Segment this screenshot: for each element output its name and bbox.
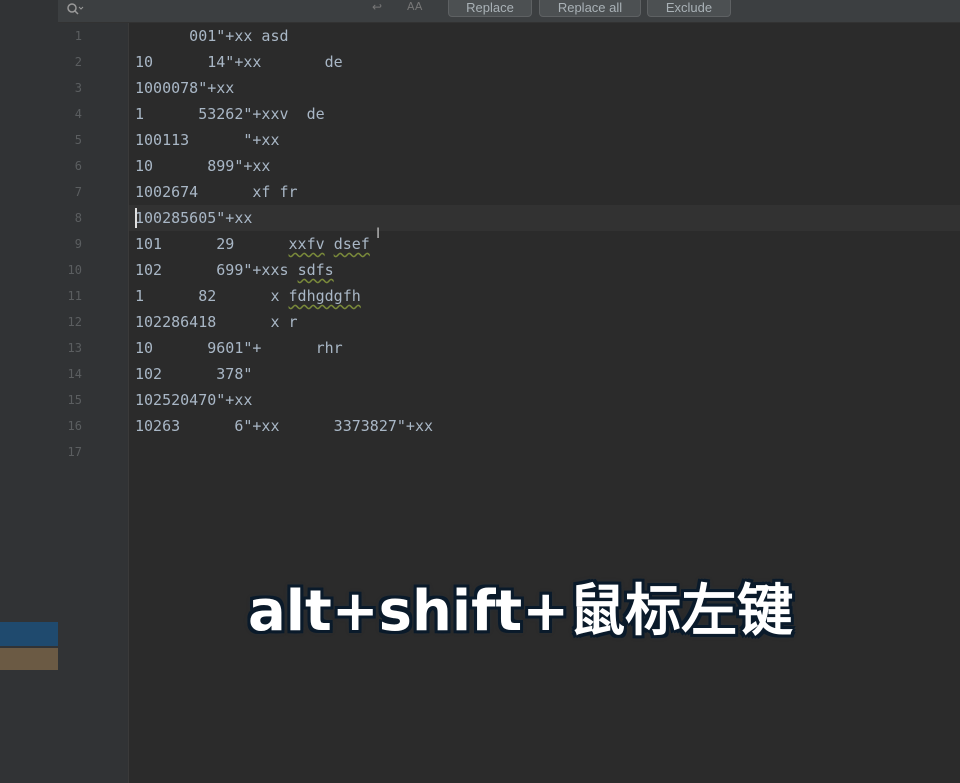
line-number-gutter: 1 2 3 4 5 6 7 8 9 10 11 12 13 14 15 16 17	[58, 23, 129, 783]
code-line[interactable]: 102 378"	[135, 361, 252, 387]
code-line[interactable]: 102520470"+xx	[135, 387, 252, 413]
line-number[interactable]: 12	[62, 309, 82, 335]
code-line[interactable]: 102286418 x r	[135, 309, 298, 335]
match-case-icon[interactable]: AA	[407, 0, 422, 16]
line-number[interactable]: 1	[62, 23, 82, 49]
line-number[interactable]: 11	[62, 283, 82, 309]
code-text: 1000078"+xx	[135, 79, 235, 97]
code-text: 101 29	[135, 235, 289, 253]
project-tool-panel[interactable]	[0, 0, 58, 783]
code-text: 001"+xx asd	[135, 27, 289, 45]
code-line[interactable]: 102 699"+xxs sdfs	[135, 257, 334, 283]
code-text: 10 9601"+ rhr	[135, 339, 343, 357]
code-editor[interactable]: 001"+xx asd 10 14"+xx de 1000078"+xx 1 5326…	[129, 23, 960, 783]
text-cursor-icon: I	[376, 226, 381, 242]
replace-button[interactable]: Replace	[448, 0, 532, 17]
code-line[interactable]: 1 53262"+xxv de	[135, 101, 325, 127]
code-line[interactable]: 001"+xx asd	[135, 23, 289, 49]
code-text: 102 699"+xxs	[135, 261, 298, 279]
line-number[interactable]: 14	[62, 361, 82, 387]
code-text: 10 899"+xx	[135, 157, 271, 175]
line-number[interactable]: 3	[62, 75, 82, 101]
code-text: 102520470"+xx	[135, 391, 253, 409]
code-text: 102 378"	[135, 365, 253, 383]
panel-highlight-row[interactable]	[0, 648, 58, 670]
typo-highlight: dsef	[333, 235, 370, 253]
code-text: 1 53262"+xxv de	[135, 105, 325, 123]
code-line[interactable]: 100113 "+xx	[135, 127, 280, 153]
line-number[interactable]: 10	[62, 257, 82, 283]
line-number[interactable]: 7	[62, 179, 82, 205]
line-number[interactable]: 15	[62, 387, 82, 413]
replace-all-button[interactable]: Replace all	[539, 0, 641, 17]
code-line[interactable]: 10 9601"+ rhr	[135, 335, 343, 361]
code-line[interactable]: 1002674 xf fr	[135, 179, 298, 205]
video-subtitle: alt+shift+鼠标左键	[248, 579, 794, 644]
code-text: 1002674 xf fr	[135, 183, 298, 201]
code-text: 10263 6"+xx 3373827"+xx	[135, 417, 434, 435]
current-line-highlight	[129, 205, 960, 231]
line-number[interactable]: 5	[62, 127, 82, 153]
line-number[interactable]: 2	[62, 49, 82, 75]
find-replace-toolbar: ↩ AA Replace Replace all Exclude	[58, 0, 960, 23]
code-text: 10 14"+xx de	[135, 53, 343, 71]
code-line[interactable]: 10 14"+xx de	[135, 49, 343, 75]
code-line[interactable]: 101 29 xxfv dsef	[135, 231, 370, 257]
line-number[interactable]: 13	[62, 335, 82, 361]
panel-selected-row[interactable]	[0, 622, 58, 646]
code-line[interactable]: 1 82 x fdhgdgfh	[135, 283, 361, 309]
typo-highlight: sdfs	[297, 261, 334, 279]
code-text: 100113 "+xx	[135, 131, 280, 149]
code-text: 102286418 x r	[135, 313, 298, 331]
line-number[interactable]: 4	[62, 101, 82, 127]
typo-highlight: xxfv	[288, 235, 325, 253]
typo-highlight: fdhgdgfh	[288, 287, 361, 305]
line-number[interactable]: 9	[62, 231, 82, 257]
code-line[interactable]: 10263 6"+xx 3373827"+xx	[135, 413, 433, 439]
code-line[interactable]: 10 899"+xx	[135, 153, 270, 179]
newline-icon[interactable]: ↩	[372, 0, 382, 16]
line-number[interactable]: 8	[62, 205, 82, 231]
text-caret	[135, 208, 137, 228]
line-number[interactable]: 16	[62, 413, 82, 439]
code-line[interactable]: 100285605"+xx	[135, 205, 252, 231]
code-text: 100285605"+xx	[135, 209, 253, 227]
code-line[interactable]: 1000078"+xx	[135, 75, 234, 101]
line-number[interactable]: 6	[62, 153, 82, 179]
exclude-button[interactable]: Exclude	[647, 0, 731, 17]
code-text: 1 82 x	[135, 287, 289, 305]
line-number[interactable]: 17	[62, 439, 82, 465]
search-icon[interactable]	[66, 2, 84, 18]
